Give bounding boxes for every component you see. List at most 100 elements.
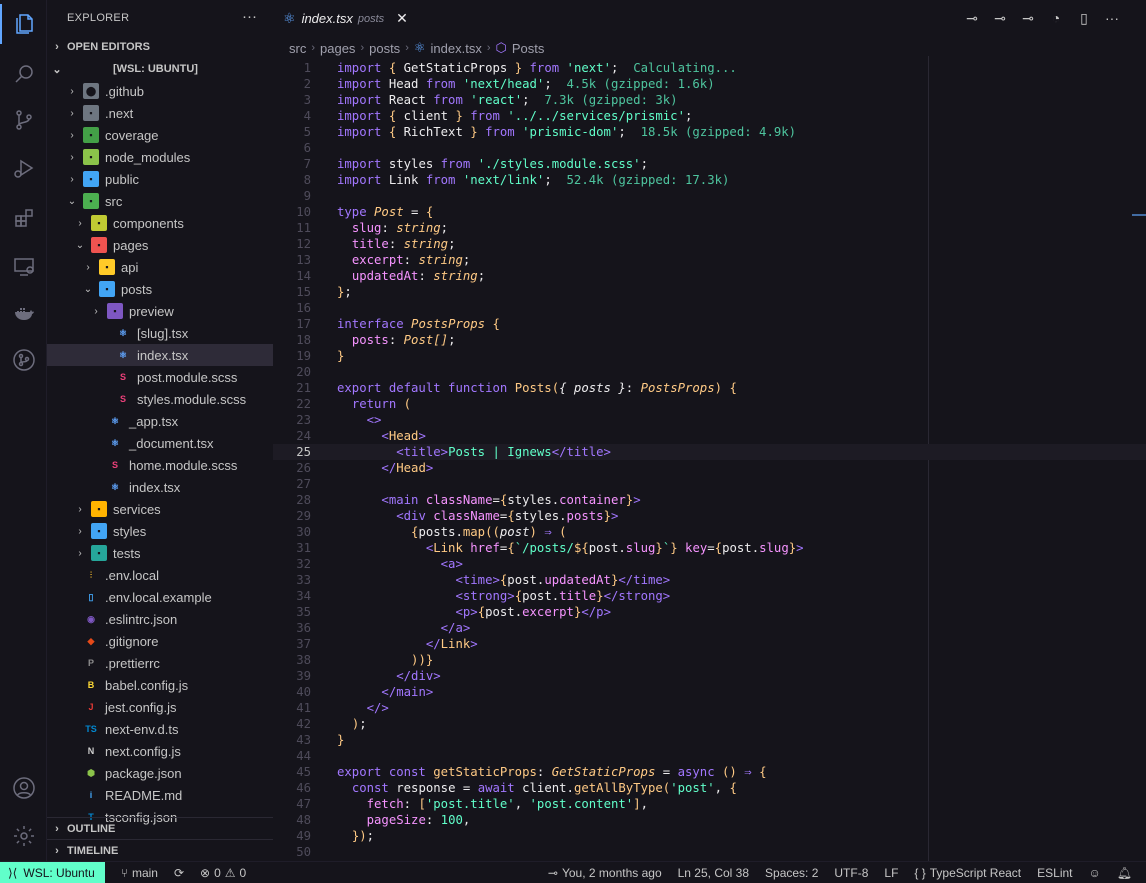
code-line[interactable]: 17 interface PostsProps { [273,316,1146,332]
code-area[interactable]: 1 import { GetStaticProps } from 'next'; … [273,56,1146,861]
code-line[interactable]: 3 import React from 'react'; 7.3k (gzippe… [273,92,1146,108]
encoding[interactable]: UTF-8 [826,866,876,880]
code-line[interactable]: 2 import Head from 'next/head'; 4.5k (gzi… [273,76,1146,92]
tree-item[interactable]: TS next-env.d.ts [47,718,273,740]
remote-explorer-icon[interactable] [0,246,47,286]
tree-item[interactable]: ⚛ index.tsx [47,344,273,366]
code-line[interactable]: 9 [273,188,1146,204]
tree-item[interactable]: Bbabel.config.js [47,674,273,696]
code-line[interactable]: 35 <p>{post.excerpt}</p> [273,604,1146,620]
split-editor-icon[interactable]: ▯ [1076,10,1092,27]
tree-item[interactable]: › ▪ services [47,498,273,520]
code-line[interactable]: 46 const response = await client.getAllB… [273,780,1146,796]
tree-item[interactable]: › ▪ components [47,212,273,234]
breadcrumb-item[interactable]: src [289,41,306,56]
code-line[interactable]: 45 export const getStaticProps: GetStatic… [273,764,1146,780]
tree-item[interactable]: ⌄ ▪ posts [47,278,273,300]
tree-item[interactable]: › ▪ preview [47,300,273,322]
code-line[interactable]: 27 [273,476,1146,492]
tree-item[interactable]: i README.md [47,784,273,806]
close-icon[interactable]: ✕ [396,10,408,27]
more-actions-icon[interactable]: ··· [1104,10,1120,27]
tree-item[interactable]: › ▪ api [47,256,273,278]
gear-icon[interactable] [0,816,47,856]
code-line[interactable]: 22 return ( [273,396,1146,412]
tree-item[interactable]: ⚛ [slug].tsx [47,322,273,344]
code-line[interactable]: 31 <Link href={`/posts/${post.slug}`} ke… [273,540,1146,556]
tree-item[interactable]: › ▪ node_modules [47,146,273,168]
editor-tab[interactable]: ⚛ index.tsx posts ✕ [273,0,413,36]
tree-item[interactable]: ⚛ _document.tsx [47,432,273,454]
tree-item[interactable]: Sstyles.module.scss [47,388,273,410]
code-line[interactable]: 10 type Post = { [273,204,1146,220]
tree-item[interactable]: Shome.module.scss [47,454,273,476]
debug-icon[interactable] [0,148,47,188]
outline-section[interactable]: › OUTLINE [47,817,273,839]
code-line[interactable]: 50 [273,844,1146,860]
tree-item[interactable]: ⬢ package.json [47,762,273,784]
tree-item[interactable]: Jjest.config.js [47,696,273,718]
code-line[interactable]: 16 [273,300,1146,316]
code-line[interactable]: 14 updatedAt: string; [273,268,1146,284]
open-editors-section[interactable]: › OPEN EDITORS [47,36,273,58]
eslint-status[interactable]: ESLint [1029,866,1080,880]
code-line[interactable]: 43} [273,732,1146,748]
tree-item[interactable]: › ▪ public [47,168,273,190]
code-line[interactable]: 30 {posts.map((post) ⇒ ( [273,524,1146,540]
workspace-section[interactable]: ⌄ [WSL: UBUNTU] [47,58,273,80]
tree-item[interactable]: ⚛ _app.tsx [47,410,273,432]
code-line[interactable]: 33 <time>{post.updatedAt}</time> [273,572,1146,588]
code-line[interactable]: 18 posts: Post[]; [273,332,1146,348]
search-icon[interactable] [0,54,47,94]
breadcrumb-item[interactable]: Posts [512,41,545,56]
code-line[interactable]: 11 slug: string; [273,220,1146,236]
breadcrumb-item[interactable]: posts [369,41,400,56]
code-line[interactable]: 21 export default function Posts({ posts … [273,380,1146,396]
git-graph-icon[interactable] [0,340,47,380]
files-icon[interactable] [0,4,47,44]
branch-indicator[interactable]: ⑂ main [113,866,166,880]
tree-item[interactable]: ◆ .gitignore [47,630,273,652]
code-line[interactable]: 26 </Head> [273,460,1146,476]
code-line[interactable]: 28 <main className={styles.container}> [273,492,1146,508]
tree-item[interactable]: Spost.module.scss [47,366,273,388]
code-line[interactable]: 41 </> [273,700,1146,716]
tree-item[interactable]: › ▪ styles [47,520,273,542]
more-actions-icon[interactable]: ··· [242,8,257,25]
tree-item[interactable]: ⌄ ▪ pages [47,234,273,256]
breadcrumb-item[interactable]: pages [320,41,355,56]
language-mode[interactable]: { } TypeScript React [906,866,1029,880]
code-line[interactable]: 5 import { RichText } from 'prismic-dom';… [273,124,1146,140]
tree-item[interactable]: ⚛ index.tsx [47,476,273,498]
code-line[interactable]: 12 title: string; [273,236,1146,252]
code-line[interactable]: 32 <a> [273,556,1146,572]
git-graph-icon[interactable]: ◔ [1048,10,1064,27]
code-line[interactable]: 29 <div className={styles.posts}> [273,508,1146,524]
code-line[interactable]: 7 import styles from './styles.module.scs… [273,156,1146,172]
tree-item[interactable]: Nnext.config.js [47,740,273,762]
code-line[interactable]: 13 excerpt: string; [273,252,1146,268]
code-line[interactable]: 44 [273,748,1146,764]
code-line[interactable]: 1 import { GetStaticProps } from 'next'; … [273,60,1146,76]
tree-item[interactable]: › ▪ tests [47,542,273,564]
code-line[interactable]: 47 fetch: ['post.title', 'post.content']… [273,796,1146,812]
code-line[interactable]: 48 pageSize: 100, [273,812,1146,828]
code-line[interactable]: 39 </div> [273,668,1146,684]
code-line[interactable]: 40 </main> [273,684,1146,700]
code-line[interactable]: 42 ); [273,716,1146,732]
tree-item[interactable]: › ⬤ .github [47,80,273,102]
extensions-icon[interactable] [0,198,47,238]
tree-item[interactable]: ◉ .eslintrc.json [47,608,273,630]
feedback-icon[interactable]: ☺ [1081,866,1109,880]
code-line[interactable]: 38 ))} [273,652,1146,668]
next-change-icon[interactable]: ⊸ [1020,10,1036,27]
sync-icon[interactable]: ⟳ [166,866,192,880]
code-line[interactable]: 49 }); [273,828,1146,844]
indentation[interactable]: Spaces: 2 [757,866,826,880]
breadcrumb-item[interactable]: index.tsx [431,41,482,56]
tree-item[interactable]: › ▪ .next [47,102,273,124]
timeline-section[interactable]: › TIMELINE [47,839,273,861]
remote-indicator[interactable]: ⟩⟨ WSL: Ubuntu [0,861,105,883]
tree-item[interactable]: ⫶ .env.local [47,564,273,586]
code-line[interactable]: 6 [273,140,1146,156]
